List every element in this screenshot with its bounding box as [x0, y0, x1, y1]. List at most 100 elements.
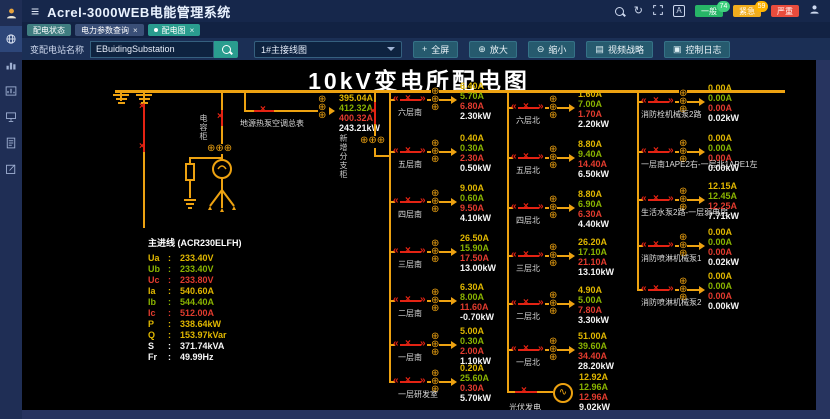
feeder-value: 0.00A	[708, 247, 739, 257]
search-icon[interactable]	[615, 7, 624, 16]
tab-distribution-diagram[interactable]: 配电图×	[148, 24, 201, 36]
feeder-value: 7.80A	[578, 305, 609, 315]
measurement-label: Ua	[148, 253, 168, 264]
breaker-icon[interactable]: ×	[523, 152, 529, 162]
capacitor-line	[221, 90, 223, 110]
breaker-icon[interactable]: ×	[217, 112, 223, 122]
breaker-icon[interactable]: ×	[405, 295, 411, 305]
close-icon[interactable]: ×	[190, 26, 195, 35]
feeder-value: 0.20A	[460, 363, 491, 373]
close-icon[interactable]: ×	[133, 26, 138, 35]
meter-icons: ⊕⊕⊕	[318, 95, 326, 121]
feeder-branch: «×»⊕⊕⊕0.00A0.00A0.00A0.02kW消防栓机械泵2路	[637, 82, 813, 128]
breaker-icon[interactable]: ×	[370, 107, 376, 117]
diagram-select[interactable]: 1#主接线图	[254, 41, 402, 58]
feeder-value: 12.45A	[708, 191, 739, 201]
alarm-pill-general[interactable]: 一般 74	[695, 5, 723, 17]
station-name-input[interactable]	[90, 41, 214, 58]
feeder-label: 五层南	[398, 159, 422, 170]
measurement-row: Ic:512.00A	[148, 308, 242, 319]
feeder-value: 8.80A	[578, 139, 609, 149]
active-dot	[154, 28, 158, 32]
breaker-icon[interactable]: ×	[523, 250, 529, 260]
meter-icons: ⊕⊕⊕	[549, 291, 557, 317]
breaker-icon[interactable]: ×	[521, 386, 527, 396]
breaker-icon[interactable]: ×	[405, 196, 411, 206]
breaker-icon[interactable]: ×	[139, 102, 145, 112]
feeder-value: 7.00A	[578, 99, 609, 109]
header-actions: ↻ A 一般 74 紧急 59 严重	[615, 2, 820, 20]
sidebar-item-monitor[interactable]	[0, 26, 22, 52]
feeder-value: 25.60A	[460, 373, 491, 383]
tab-power-parameters[interactable]: 电力参数查询×	[75, 24, 144, 36]
breaker-icon[interactable]: ×	[653, 96, 659, 106]
breaker-icon[interactable]: ×	[405, 339, 411, 349]
flow-arrow-icon	[569, 154, 575, 162]
meter-icons: ⊕⊕⊕	[431, 239, 439, 265]
sidebar-avatar[interactable]	[0, 0, 22, 26]
feeder-value: 0.00A	[708, 291, 739, 301]
feeder-value: 11.60A	[460, 302, 494, 312]
feeder-value: 9.00A	[460, 183, 491, 193]
breaker-icon[interactable]: ×	[653, 240, 659, 250]
tab-distribution-status[interactable]: 配电状态	[27, 24, 71, 36]
meter-icons: ⊕⊕⊕	[431, 332, 439, 358]
feeder-value: 0.60A	[460, 193, 491, 203]
breaker-icon[interactable]: ×	[523, 202, 529, 212]
breaker-icon[interactable]: ×	[523, 344, 529, 354]
breaker-icon[interactable]: ×	[260, 105, 266, 115]
sidebar-item-edit[interactable]	[0, 156, 22, 182]
contact-icon: »	[420, 295, 426, 305]
chevron-down-icon	[387, 47, 395, 51]
measurement-row: P:338.64kW	[148, 319, 242, 330]
feeder-label: 消防喷淋机械泵1	[641, 253, 701, 264]
alarm-pill-severe[interactable]: 严重	[771, 5, 799, 17]
fullscreen-button[interactable]: +全屏	[413, 41, 458, 58]
video-strategy-button[interactable]: ▤视频战略	[586, 41, 653, 58]
measurement-value: 233.40V	[180, 253, 214, 264]
user-icon[interactable]	[809, 2, 820, 20]
sidebar-item-bar-chart[interactable]	[0, 52, 22, 78]
meter-icons: ⊕⊕⊕	[431, 189, 439, 215]
feeder-values: 4.90A5.00A7.80A3.30kW	[578, 285, 609, 325]
breaker-icon[interactable]: ×	[653, 284, 659, 294]
sidebar-item-presentation[interactable]	[0, 104, 22, 130]
zoom-out-button[interactable]: ⊖缩小	[528, 41, 576, 58]
measurement-value: 49.99Hz	[180, 352, 214, 363]
feeder-value: 0.00A	[708, 83, 739, 93]
alarm-pill-urgent[interactable]: 紧急 59	[733, 5, 761, 17]
breaker-icon[interactable]: ×	[405, 94, 411, 104]
feeder-value: 4.40kW	[578, 219, 609, 229]
sidebar-item-document[interactable]	[0, 130, 22, 156]
breaker-icon[interactable]: ×	[139, 142, 145, 152]
breaker-icon[interactable]: ×	[523, 102, 529, 112]
contact-icon: «	[393, 246, 399, 256]
single-line-diagram-canvas[interactable]: 10kV变电所配电图 × × 主进线 (ACR230ELFH) Ua:233.4…	[22, 60, 816, 410]
station-search-button[interactable]	[214, 41, 238, 58]
feeder-value: 12.15A	[708, 181, 739, 191]
menu-toggle-icon[interactable]: ≡	[31, 0, 39, 22]
breaker-icon[interactable]: ×	[405, 146, 411, 156]
breaker-icon[interactable]: ×	[653, 146, 659, 156]
control-log-button[interactable]: ▣控制日志	[664, 41, 731, 58]
feeder-value: 8.80A	[578, 189, 609, 199]
feeder-value: 0.40A	[460, 133, 491, 143]
contact-icon: «	[393, 376, 399, 386]
breaker-icon[interactable]: ×	[653, 194, 659, 204]
measurement-row: Uc:233.80V	[148, 275, 242, 286]
feeder-value: 21.10A	[578, 257, 614, 267]
contact-icon: «	[641, 146, 647, 156]
feeder-value: 6.50kW	[578, 169, 609, 179]
flow-arrow-icon	[699, 242, 705, 250]
contact-icon: »	[538, 298, 544, 308]
breaker-icon[interactable]: ×	[523, 298, 529, 308]
fullscreen-icon[interactable]	[653, 2, 663, 20]
refresh-icon[interactable]: ↻	[634, 6, 643, 17]
language-a-icon[interactable]: A	[673, 5, 685, 17]
feeder-value: 1.60A	[578, 89, 609, 99]
measurement-row: Q:153.97kVar	[148, 330, 242, 341]
sidebar-item-report-chart[interactable]	[0, 78, 22, 104]
zoom-in-button[interactable]: ⊕放大	[469, 41, 517, 58]
breaker-icon[interactable]: ×	[405, 246, 411, 256]
breaker-icon[interactable]: ×	[405, 376, 411, 386]
